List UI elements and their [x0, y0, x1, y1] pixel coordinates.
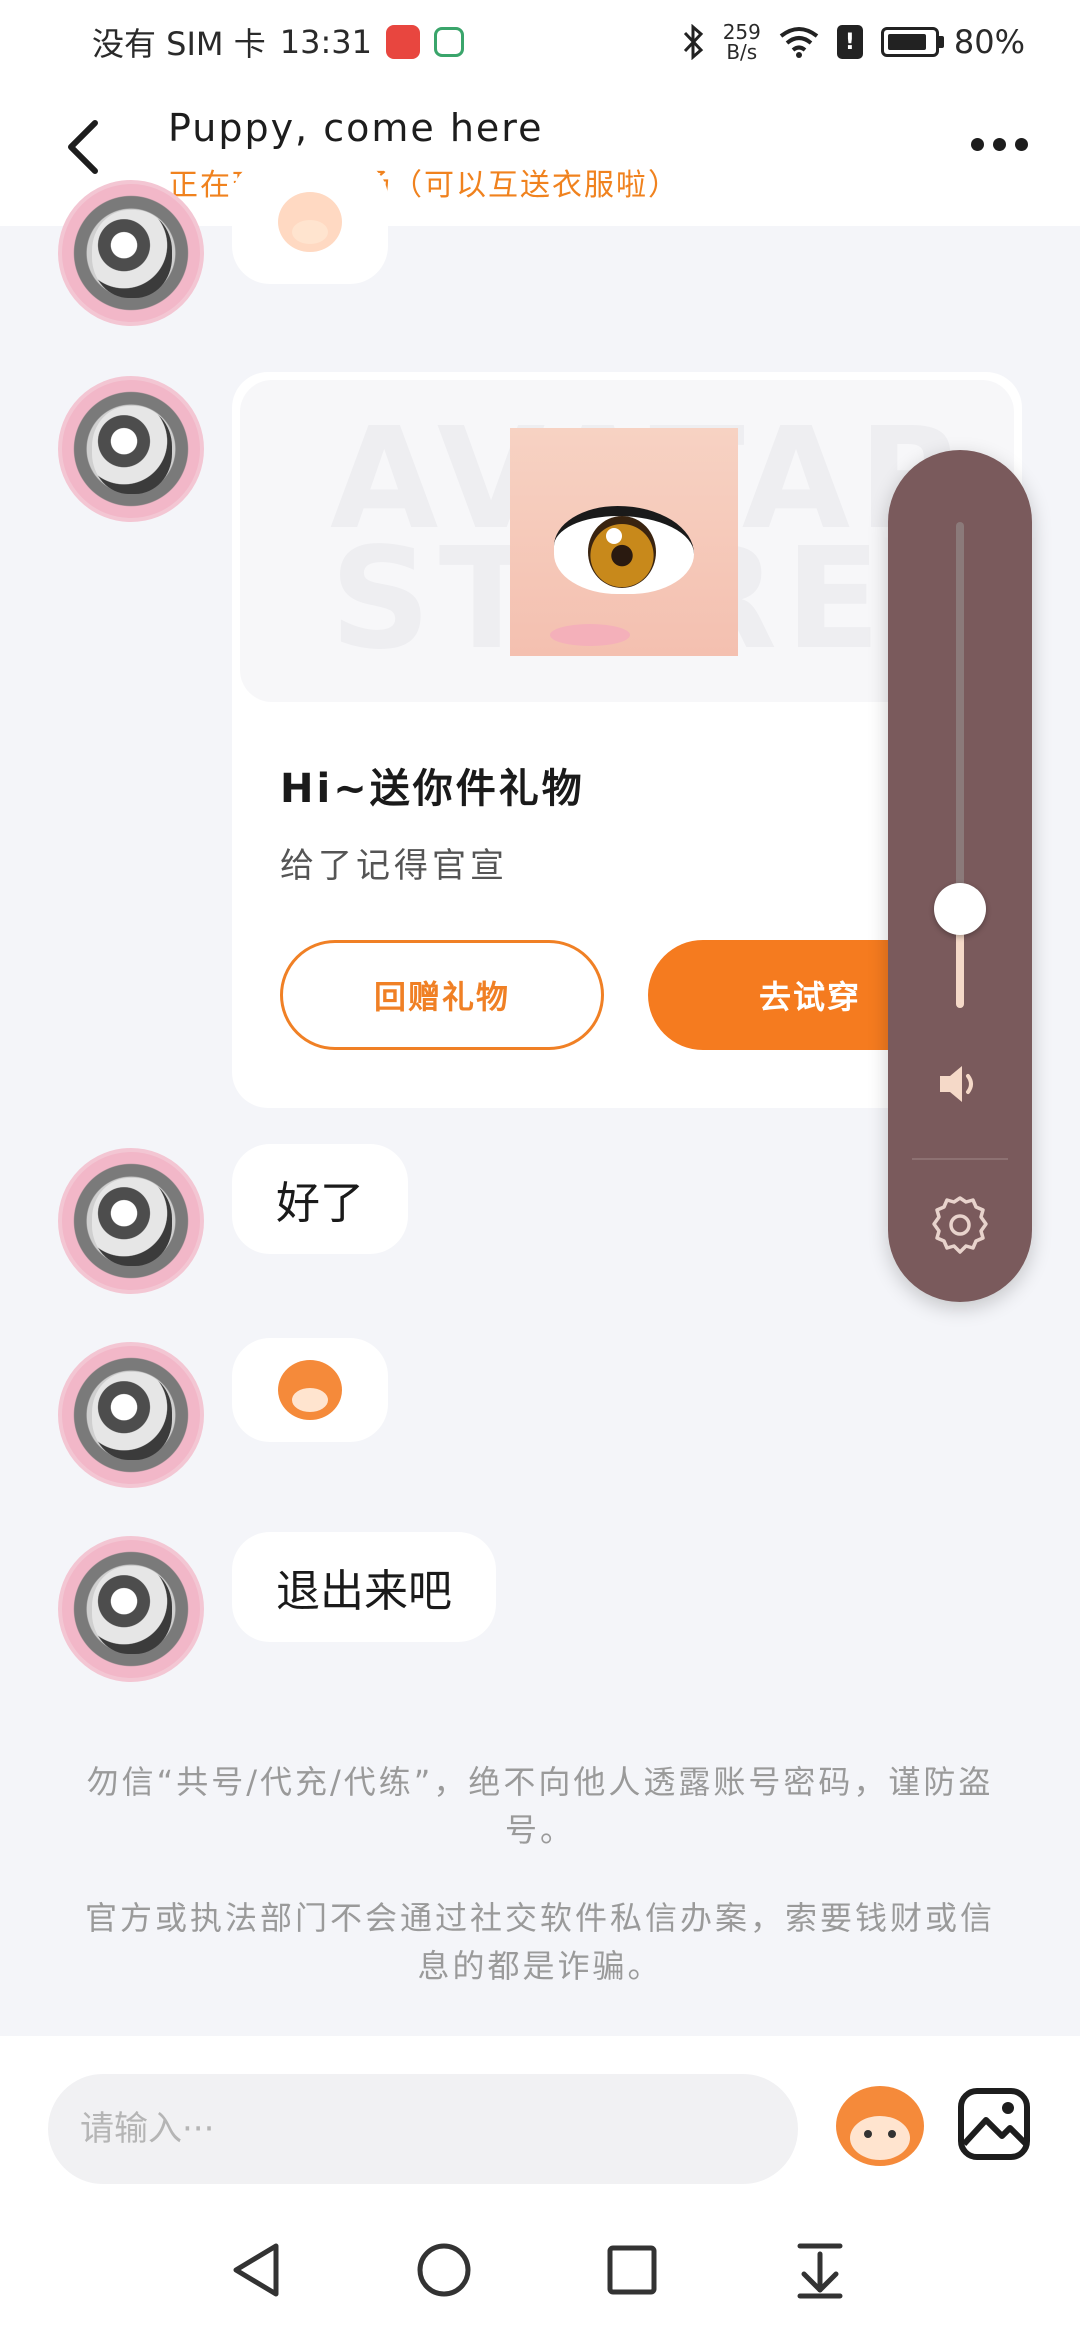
bluetooth-icon: [683, 24, 703, 60]
smart-home-icon: [433, 27, 464, 57]
smiling-face-emoji-icon: [278, 192, 342, 252]
chat-title: Puppy, come here: [168, 106, 544, 150]
battery-percent: 80%: [953, 23, 1025, 61]
more-dot: [1014, 137, 1028, 151]
avatar[interactable]: [58, 1342, 204, 1488]
yawning-face-emoji-icon: [278, 1360, 342, 1420]
system-navigation-bar: [0, 2202, 1080, 2340]
volume-speaker-button[interactable]: [936, 1060, 984, 1108]
volume-settings-button[interactable]: [928, 1194, 992, 1258]
huawei-app-icon: [385, 25, 420, 59]
avatar[interactable]: [58, 180, 204, 326]
triangle-back-icon: [233, 2243, 279, 2297]
nav-back-button[interactable]: [216, 2230, 296, 2310]
network-speed-value: 259: [722, 20, 761, 44]
chevron-left-icon: [68, 120, 98, 174]
image-button[interactable]: [956, 2086, 1032, 2162]
message-input[interactable]: [48, 2074, 798, 2184]
wifi-icon: [779, 27, 819, 58]
text-message-bubble: 好了: [232, 1144, 408, 1254]
anti-scam-notice: 官方或执法部门不会通过社交软件私信办案，索要钱财或信息的都是诈骗。: [84, 1899, 995, 1985]
volume-panel: [888, 450, 1032, 1302]
nav-recents-button[interactable]: [592, 2230, 672, 2310]
more-dot: [992, 137, 1006, 151]
status-right: 259 B/s ! 80%: [681, 22, 1025, 62]
chat-screen: 没有 SIM 卡 13:31 259 B/s ! 80% Puppy, come…: [0, 0, 1080, 2340]
network-speed: 259 B/s: [723, 22, 761, 62]
eye-iris: [588, 516, 656, 588]
volume-divider: [912, 1158, 1008, 1160]
gift-title: Hi~送你件礼物: [280, 766, 585, 812]
battery-tip: [938, 36, 944, 48]
message-text: 退出来吧: [276, 1566, 452, 1617]
status-left: 没有 SIM 卡 13:31: [92, 19, 464, 65]
square-recents-icon: [607, 2245, 657, 2295]
avatar[interactable]: [58, 1148, 204, 1294]
eye-highlight: [606, 528, 622, 544]
back-button[interactable]: [48, 112, 118, 182]
avatar[interactable]: [58, 1536, 204, 1682]
anti-fraud-notice: 勿信“共号/代充/代练”，绝不向他人透露账号密码，谨防盗号。: [86, 1763, 994, 1849]
clock: 13:31: [279, 23, 372, 61]
volume-slider-track[interactable]: [956, 522, 964, 1008]
message-text: 好了: [276, 1178, 364, 1229]
blush: [550, 624, 630, 646]
gear-icon: [932, 1196, 988, 1254]
sticker-face-icon: [836, 2086, 924, 2166]
carrier-label: 没有 SIM 卡: [92, 25, 266, 63]
pull-down-icon: [797, 2243, 843, 2299]
alert-icon: !: [836, 25, 863, 59]
status-bar: 没有 SIM 卡 13:31 259 B/s ! 80%: [0, 0, 1080, 84]
nav-notifications-button[interactable]: [780, 2230, 860, 2310]
more-dot: [970, 137, 984, 151]
avatar[interactable]: [58, 376, 204, 522]
nav-home-button[interactable]: [404, 2230, 484, 2310]
volume-slider-thumb[interactable]: [934, 883, 986, 935]
network-speed-unit: B/s: [726, 40, 758, 64]
gift-description: 给了记得官宣: [280, 846, 508, 886]
image-icon: [958, 2088, 1030, 2160]
emoji-message-bubble: [232, 1338, 388, 1442]
emoji-message-bubble: [232, 160, 388, 284]
gift-item-image: [510, 428, 738, 656]
more-options-button[interactable]: [964, 124, 1034, 164]
message-input-bar: [0, 2036, 1080, 2202]
return-gift-button[interactable]: 回赠礼物: [280, 940, 604, 1050]
battery-icon: [880, 27, 939, 57]
battery-indicator: 80%: [880, 23, 1025, 61]
speaker-icon: [940, 1066, 973, 1102]
circle-home-icon: [417, 2243, 471, 2297]
text-message-bubble: 退出来吧: [232, 1532, 496, 1642]
sticker-button[interactable]: [832, 2080, 928, 2176]
